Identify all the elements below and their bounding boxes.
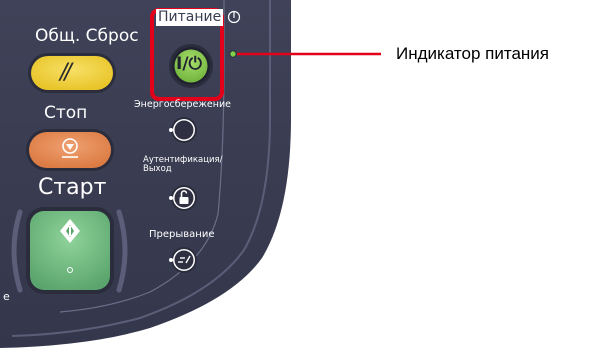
- start-button[interactable]: [30, 211, 110, 290]
- reset-button[interactable]: [31, 56, 113, 90]
- power-indicator-callout: Индикатор питания: [396, 44, 549, 63]
- interrupt-label: Прерывание: [149, 229, 215, 240]
- power-button[interactable]: [174, 49, 208, 83]
- power-label: Питание: [156, 9, 224, 26]
- interrupt-button[interactable]: [173, 249, 195, 271]
- auth-button[interactable]: [173, 187, 195, 209]
- energy-saver-button[interactable]: [173, 119, 195, 141]
- auth-label-line2: Выход: [143, 164, 172, 174]
- reset-label: Общ. Сброс: [35, 26, 139, 46]
- stop-label: Стоп: [44, 103, 88, 123]
- panel-body: [0, 0, 291, 348]
- start-label: Старт: [38, 175, 107, 200]
- energy-saver-label: Энергосбережение: [134, 99, 231, 110]
- partial-left-text: е: [3, 290, 10, 303]
- stop-button[interactable]: [29, 132, 111, 168]
- power-indicator-led: [229, 50, 237, 58]
